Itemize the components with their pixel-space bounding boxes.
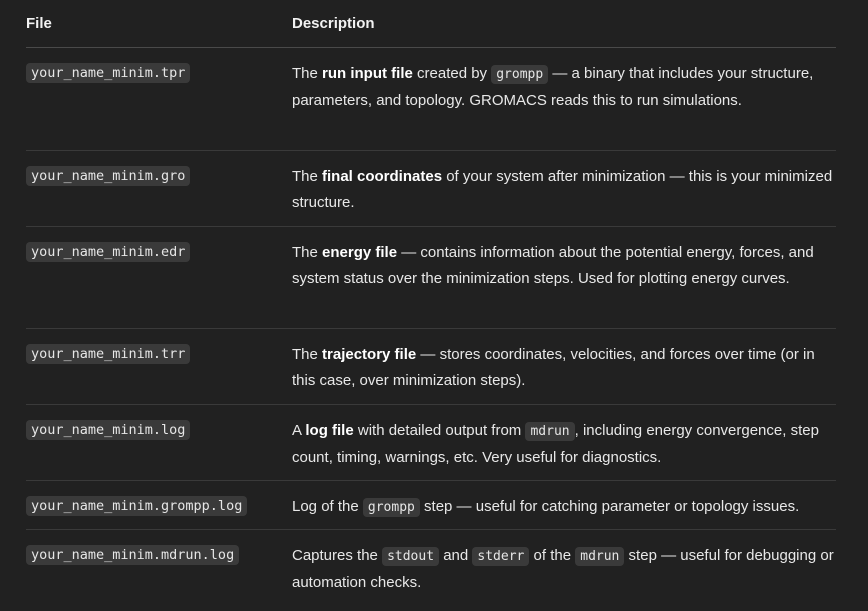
file-description: The run input file created by grompp — a… <box>292 65 814 109</box>
file-description: Log of the grompp step — useful for catc… <box>292 498 800 517</box>
inline-code: stderr <box>472 547 530 566</box>
bold-term: log file <box>305 422 354 439</box>
inline-code: grompp <box>362 498 420 517</box>
bold-term: energy file <box>322 244 398 261</box>
file-name: your_name_minim.gro <box>26 166 191 186</box>
file-description-table: File Description your_name_minim.tpr The… <box>26 0 836 610</box>
table-row: your_name_minim.trr The trajectory file … <box>26 329 836 405</box>
file-description: A log file with detailed output from mdr… <box>292 422 819 466</box>
table-header: File Description <box>26 0 836 48</box>
inline-code: mdrun <box>575 547 625 566</box>
file-description: The energy file — contains information a… <box>292 244 814 287</box>
inline-code: mdrun <box>525 422 575 441</box>
table-row: your_name_minim.edr The energy file — co… <box>26 227 836 329</box>
table-row: your_name_minim.grompp.log Log of the gr… <box>26 481 836 530</box>
file-name: your_name_minim.grompp.log <box>26 496 248 516</box>
bold-term: final coordinates <box>322 168 443 185</box>
inline-code: stdout <box>382 547 440 566</box>
file-description: The final coordinates of your system aft… <box>292 168 833 211</box>
file-description: Captures the stdout and stderr of the md… <box>292 547 834 591</box>
description-column-header: Description <box>292 15 375 32</box>
file-name: your_name_minim.log <box>26 420 191 440</box>
table-row: your_name_minim.tpr The run input file c… <box>26 48 836 151</box>
file-name: your_name_minim.mdrun.log <box>26 545 240 565</box>
bold-term: run input file <box>322 65 413 82</box>
table-row: your_name_minim.mdrun.log Captures the s… <box>26 530 836 610</box>
file-name: your_name_minim.trr <box>26 344 191 364</box>
file-column-header: File <box>26 15 52 32</box>
file-description: The trajectory file — stores coordinates… <box>292 346 815 389</box>
file-name: your_name_minim.tpr <box>26 63 191 83</box>
bold-term: trajectory file <box>322 346 417 363</box>
table-row: your_name_minim.gro The final coordinate… <box>26 151 836 227</box>
inline-code: grompp <box>491 65 549 84</box>
file-name: your_name_minim.edr <box>26 242 191 262</box>
table-row: your_name_minim.log A log file with deta… <box>26 405 836 481</box>
